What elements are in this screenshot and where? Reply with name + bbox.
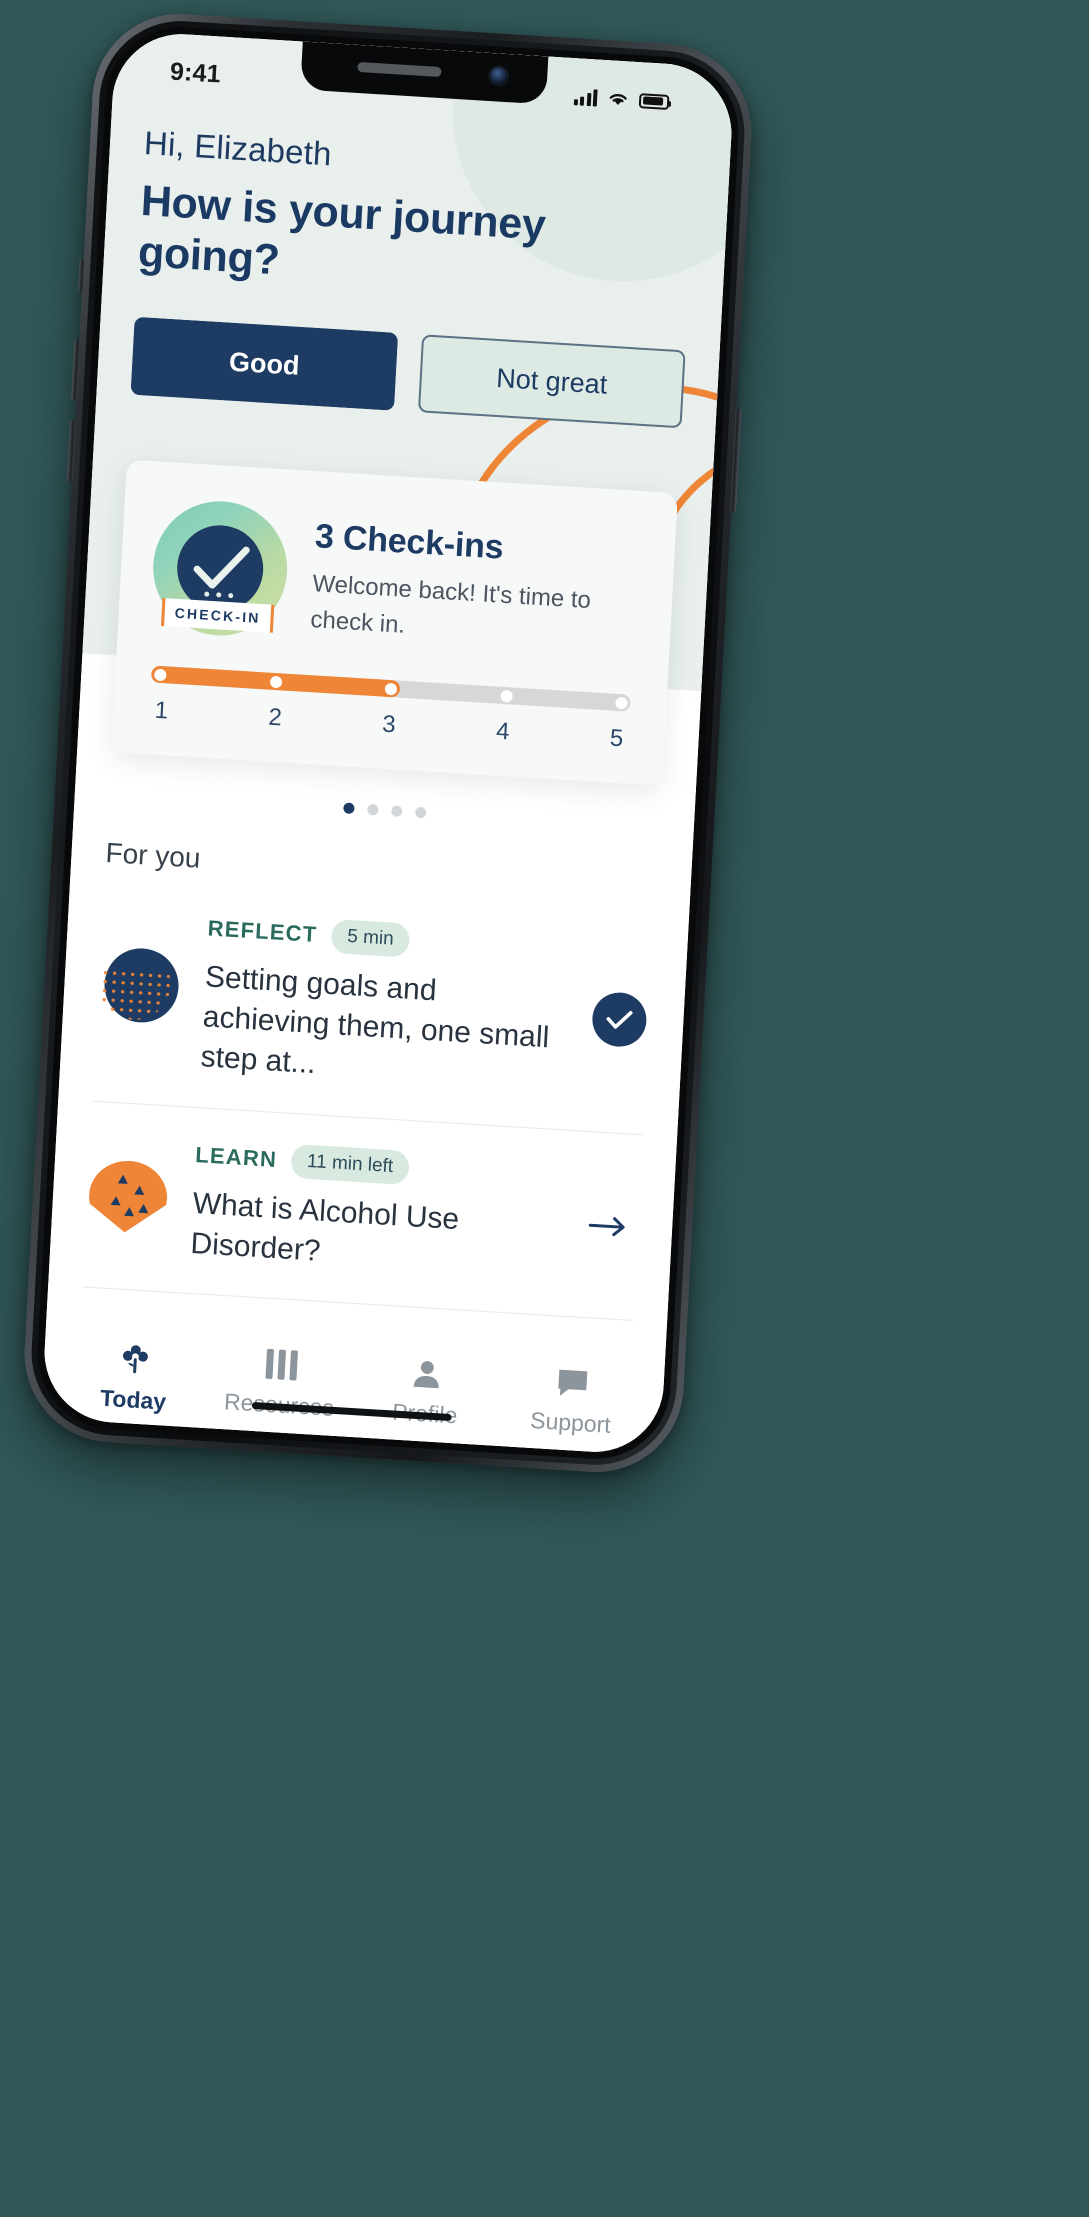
- card-zone: CHECK-IN 3 Check-ins Welcome back! It's …: [74, 459, 707, 835]
- page-title: How is your journey going?: [136, 176, 547, 285]
- tab-today[interactable]: Today: [59, 1336, 209, 1418]
- list-item-headline: Setting goals and achieving them, one sm…: [199, 960, 551, 1080]
- tab-profile[interactable]: Profile: [351, 1354, 500, 1432]
- progress-step-label: 5: [609, 724, 624, 753]
- tab-support[interactable]: Support: [497, 1363, 646, 1441]
- status-icons: [573, 87, 670, 111]
- checkin-card[interactable]: CHECK-IN 3 Check-ins Welcome back! It's …: [111, 459, 678, 786]
- checkin-badge: CHECK-IN: [149, 497, 291, 640]
- phone-device: 9:41 Hi, Elizabeth How is your journey g…: [19, 8, 757, 1478]
- for-you-section: For you REFLECT 5 min Setting goals and …: [46, 796, 694, 1348]
- tab-label: Support: [529, 1406, 612, 1438]
- app-root: 9:41 Hi, Elizabeth How is your journey g…: [40, 30, 736, 1456]
- status-time: 9:41: [169, 56, 222, 89]
- person-icon: [413, 1361, 439, 1389]
- progress-step-label: 2: [267, 703, 283, 732]
- arrow-right-icon[interactable]: [588, 1214, 629, 1238]
- list-item[interactable]: REFLECT 5 min Setting goals and achievin…: [92, 874, 656, 1135]
- list-item-kicker: REFLECT: [207, 915, 319, 948]
- list-item-kicker: LEARN: [194, 1141, 278, 1172]
- checkin-title: 3 Check-ins: [314, 517, 505, 567]
- flower-icon: [122, 1345, 148, 1374]
- completed-check-icon[interactable]: [590, 990, 648, 1049]
- progress-step-label: 4: [495, 717, 511, 746]
- pager-dot[interactable]: [342, 802, 355, 815]
- mood-good-button[interactable]: Good: [130, 317, 399, 412]
- list-item-duration-chip: 11 min left: [290, 1143, 411, 1185]
- pager-dot[interactable]: [366, 803, 379, 816]
- cellular-signal-icon: [573, 88, 598, 107]
- list-item-duration-chip: 5 min: [330, 918, 411, 958]
- list-item[interactable]: LEARN 11 min left What is Alcohol Use Di…: [82, 1101, 644, 1322]
- checkin-progress[interactable]: 1 2 3 4 5: [145, 665, 635, 754]
- checkmark-icon: [193, 546, 250, 589]
- chat-bubble-icon: [558, 1369, 588, 1396]
- wifi-icon: [609, 94, 627, 106]
- bars-icon: [264, 1348, 298, 1381]
- badge-dots: [204, 591, 234, 599]
- progress-step-label: 3: [381, 710, 397, 739]
- pager-dot[interactable]: [414, 806, 427, 819]
- pager-dot[interactable]: [390, 805, 403, 817]
- mood-selector: Good Not great: [130, 317, 686, 429]
- front-camera-icon: [489, 67, 508, 86]
- progress-step-label: 1: [154, 696, 169, 725]
- badge-ribbon-label: CHECK-IN: [160, 597, 275, 633]
- mood-not-great-button[interactable]: Not great: [417, 334, 686, 429]
- learn-thumbnail-icon: [85, 1152, 173, 1241]
- earpiece-speaker: [357, 61, 442, 78]
- tab-label: Today: [99, 1384, 167, 1415]
- phone-screen: 9:41 Hi, Elizabeth How is your journey g…: [40, 30, 736, 1456]
- phone-stage: 9:41 Hi, Elizabeth How is your journey g…: [0, 0, 1089, 2217]
- checkin-subtitle: Welcome back! It's time to check in.: [309, 570, 592, 640]
- list-item-headline: What is Alcohol Use Disorder?: [189, 1186, 461, 1268]
- battery-icon: [638, 92, 670, 110]
- reflect-thumbnail-icon: [96, 946, 184, 1035]
